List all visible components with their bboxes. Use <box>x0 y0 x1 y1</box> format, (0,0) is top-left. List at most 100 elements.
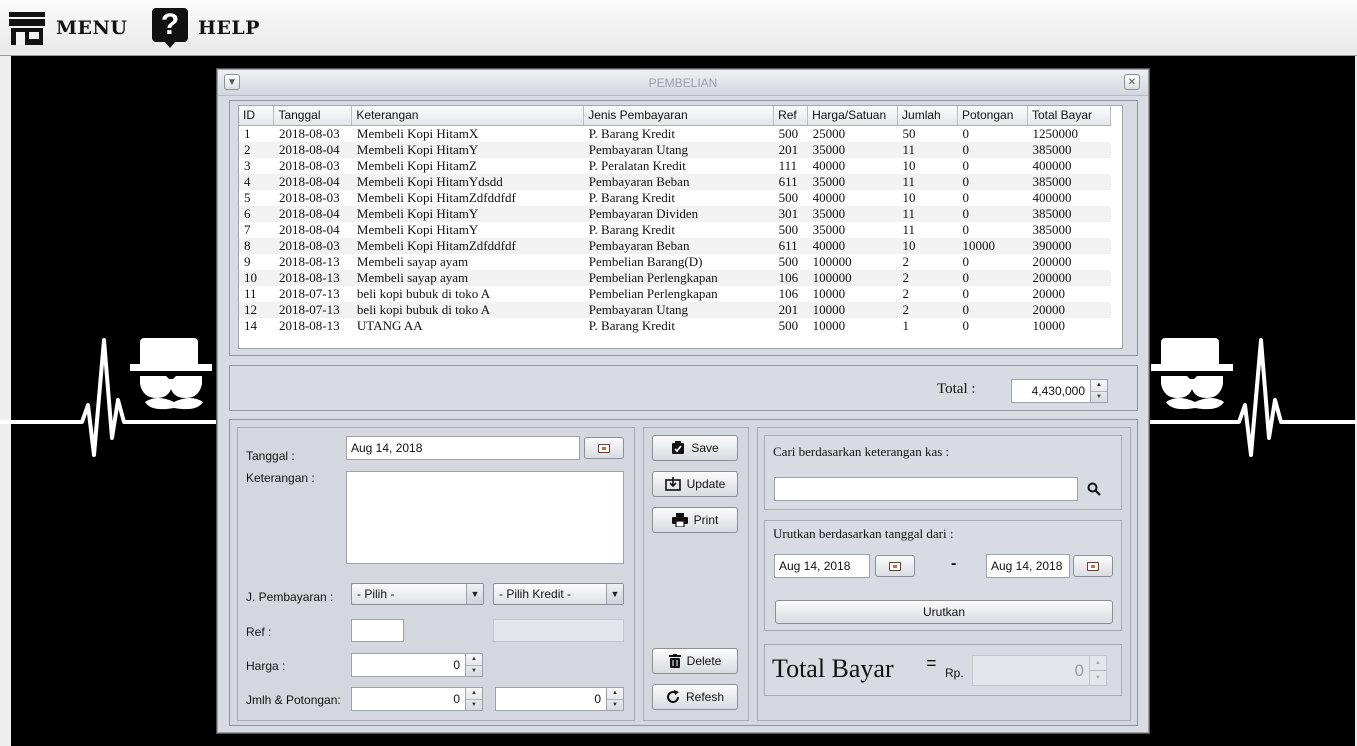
table-row[interactable]: 6 2018-08-04 Membeli Kopi HitamY Pembayaran… <box>239 205 1111 222</box>
search-box: Cari berdasarkan keterangan kas : <box>764 435 1122 510</box>
table-row[interactable]: 10 2018-08-13 Membeli sayap ayam Pembelian … <box>239 269 1111 286</box>
column-header[interactable]: Ref <box>773 106 809 126</box>
potongan-spinner[interactable]: 0 ▲ ▼ <box>495 687 624 711</box>
table-row[interactable]: 3 2018-08-03 Membeli Kopi HitamZ P. Peralat… <box>239 158 1111 174</box>
spinner-down-icon[interactable]: ▼ <box>466 664 482 677</box>
keterangan-textarea[interactable] <box>346 471 624 564</box>
refresh-button[interactable]: Refesh <box>652 684 738 710</box>
table-cell: 2 <box>239 141 274 158</box>
table-cell: 390000 <box>1027 237 1111 254</box>
update-label: Update <box>686 477 726 491</box>
update-icon <box>664 477 681 491</box>
harga-label: Harga : <box>246 659 286 673</box>
table-row[interactable]: 2 2018-08-04 Membeli Kopi HitamY Pembayaran… <box>239 141 1111 158</box>
update-button[interactable]: Update <box>652 471 738 497</box>
table-cell: 11 <box>897 141 958 158</box>
table-row[interactable]: 1 2018-08-03 Membeli Kopi HitamX P. Barang … <box>239 125 1111 142</box>
table-cell: P. Peralatan Kredit <box>588 157 686 173</box>
table-row[interactable]: 7 2018-08-04 Membeli Kopi HitamY P. Barang … <box>239 222 1111 238</box>
table-row[interactable]: 4 2018-08-04 Membeli Kopi HitamYdsdd Pembay… <box>239 173 1111 190</box>
table-cell: 2 <box>897 301 958 318</box>
jpembayaran-select[interactable]: - Pilih - ▼ <box>351 583 484 605</box>
spinner-down-icon[interactable]: ▼ <box>1091 390 1107 403</box>
table-cell: 11 <box>897 173 958 190</box>
table-cell: Pembayaran Utang <box>583 141 774 158</box>
table-cell: 500 <box>778 221 799 237</box>
table-row[interactable]: 5 2018-08-03 Membeli Kopi HitamZdfddfdf P. … <box>239 190 1111 206</box>
table-row[interactable]: 11 2018-07-13 beli kopi bubuk di toko A Pem… <box>239 286 1111 302</box>
table-cell: 111 <box>778 157 798 173</box>
table-cell: 10000 <box>1032 317 1065 333</box>
sort-from-field[interactable]: Aug 14, 2018 <box>774 554 870 578</box>
column-header[interactable]: ID <box>239 106 275 126</box>
spinner-up-icon[interactable]: ▲ <box>607 688 623 699</box>
jpembayaran-value: - Pilih - <box>357 587 395 601</box>
harga-spinner[interactable]: 0 ▲ ▼ <box>351 653 483 677</box>
jumlah-spinner[interactable]: 0 ▲ ▼ <box>351 687 483 711</box>
table-cell: Membeli sayap ayam <box>356 253 469 269</box>
table-cell: 0 <box>962 317 969 333</box>
window-close-button[interactable]: ✕ <box>1124 74 1140 90</box>
table-row[interactable]: 12 2018-07-13 beli kopi bubuk di toko A Pem… <box>239 301 1111 318</box>
sort-to-field[interactable]: Aug 14, 2018 <box>986 554 1070 578</box>
column-header[interactable]: Tanggal <box>273 106 353 126</box>
spinner-up-icon[interactable]: ▲ <box>466 688 482 699</box>
spinner-down-icon[interactable]: ▼ <box>466 698 482 711</box>
table-cell: 100000 <box>807 269 898 286</box>
ref-field[interactable] <box>351 619 404 642</box>
table-cell: 2 <box>897 269 958 286</box>
table-row[interactable]: 14 2018-08-13 UTANG AA P. Barang Kredit 500 1… <box>239 318 1111 334</box>
menu-button[interactable]: MENU <box>8 6 127 50</box>
column-header[interactable]: Jenis Pembayaran <box>583 106 775 126</box>
spinner-up-icon[interactable]: ▲ <box>1091 380 1107 391</box>
table-cell: 40000 <box>807 237 898 254</box>
table-cell: 0 <box>962 157 969 173</box>
table-row[interactable]: 8 2018-08-03 Membeli Kopi HitamZdfddfdf Pem… <box>239 237 1111 254</box>
tanggal-calendar-button[interactable] <box>584 437 624 459</box>
urutkan-button[interactable]: Urutkan <box>775 600 1113 624</box>
total-label: Total : <box>937 381 976 397</box>
kredit-value: - Pilih Kredit - <box>499 587 572 601</box>
table-cell: beli kopi bubuk di toko A <box>351 301 584 318</box>
kredit-select[interactable]: - Pilih Kredit - ▼ <box>493 583 624 605</box>
table-scroll-area[interactable]: ID Tanggal Keterangan Jenis Pembayaran Ref Ha… <box>238 105 1123 349</box>
bottom-area: Tanggal : Aug 14, 2018 Keterangan : J. P… <box>229 419 1138 726</box>
table-cell: 2018-08-13 <box>273 269 352 286</box>
column-header[interactable]: Harga/Satuan <box>807 106 899 126</box>
column-header[interactable]: Total Bayar <box>1027 106 1112 126</box>
table-cell: P. Barang Kredit <box>588 317 676 333</box>
table-row[interactable]: 9 2018-08-13 Membeli sayap ayam Pembelian B… <box>239 254 1111 270</box>
help-button[interactable]: ? HELP <box>152 6 260 50</box>
sort-separator: - <box>951 555 957 572</box>
spinner-down-icon[interactable]: ▼ <box>607 698 623 711</box>
table-cell: 106 <box>773 269 808 286</box>
column-header[interactable]: Potongan <box>957 106 1028 126</box>
table-cell: Pembelian Perlengkapan <box>588 285 718 301</box>
table-cell: 611 <box>773 173 808 190</box>
refresh-icon <box>666 690 679 703</box>
table-cell: 10000 <box>807 301 898 318</box>
spinner-up-icon[interactable]: ▲ <box>466 654 482 665</box>
print-button[interactable]: Print <box>652 507 738 533</box>
search-label: Cari berdasarkan keterangan kas : <box>773 444 950 459</box>
table-cell: 2 <box>902 285 910 301</box>
table-cell: 35000 <box>812 221 846 237</box>
purchase-table: ID Tanggal Keterangan Jenis Pembayaran Ref Ha… <box>239 106 1112 334</box>
tanggal-field[interactable]: Aug 14, 2018 <box>346 436 580 460</box>
table-cell: 0 <box>962 189 969 205</box>
table-cell: 0 <box>962 125 969 141</box>
search-icon[interactable] <box>1087 482 1101 496</box>
column-header[interactable]: Jumlah <box>897 106 958 126</box>
help-label: HELP <box>198 17 261 39</box>
top-menu-bar: MENU ? HELP <box>0 0 1357 56</box>
delete-button[interactable]: Delete <box>652 648 738 674</box>
save-button[interactable]: Save <box>652 435 738 461</box>
total-field[interactable]: 4,430,000 ▲ ▼ <box>1011 379 1108 403</box>
table-cell: 611 <box>773 237 808 254</box>
sort-to-calendar-button[interactable] <box>1073 555 1113 577</box>
print-label: Print <box>693 513 719 527</box>
search-input[interactable] <box>774 477 1078 501</box>
column-header[interactable]: Keterangan <box>351 106 585 126</box>
table-cell: Membeli Kopi HitamY <box>351 205 584 222</box>
sort-from-calendar-button[interactable] <box>875 555 915 577</box>
